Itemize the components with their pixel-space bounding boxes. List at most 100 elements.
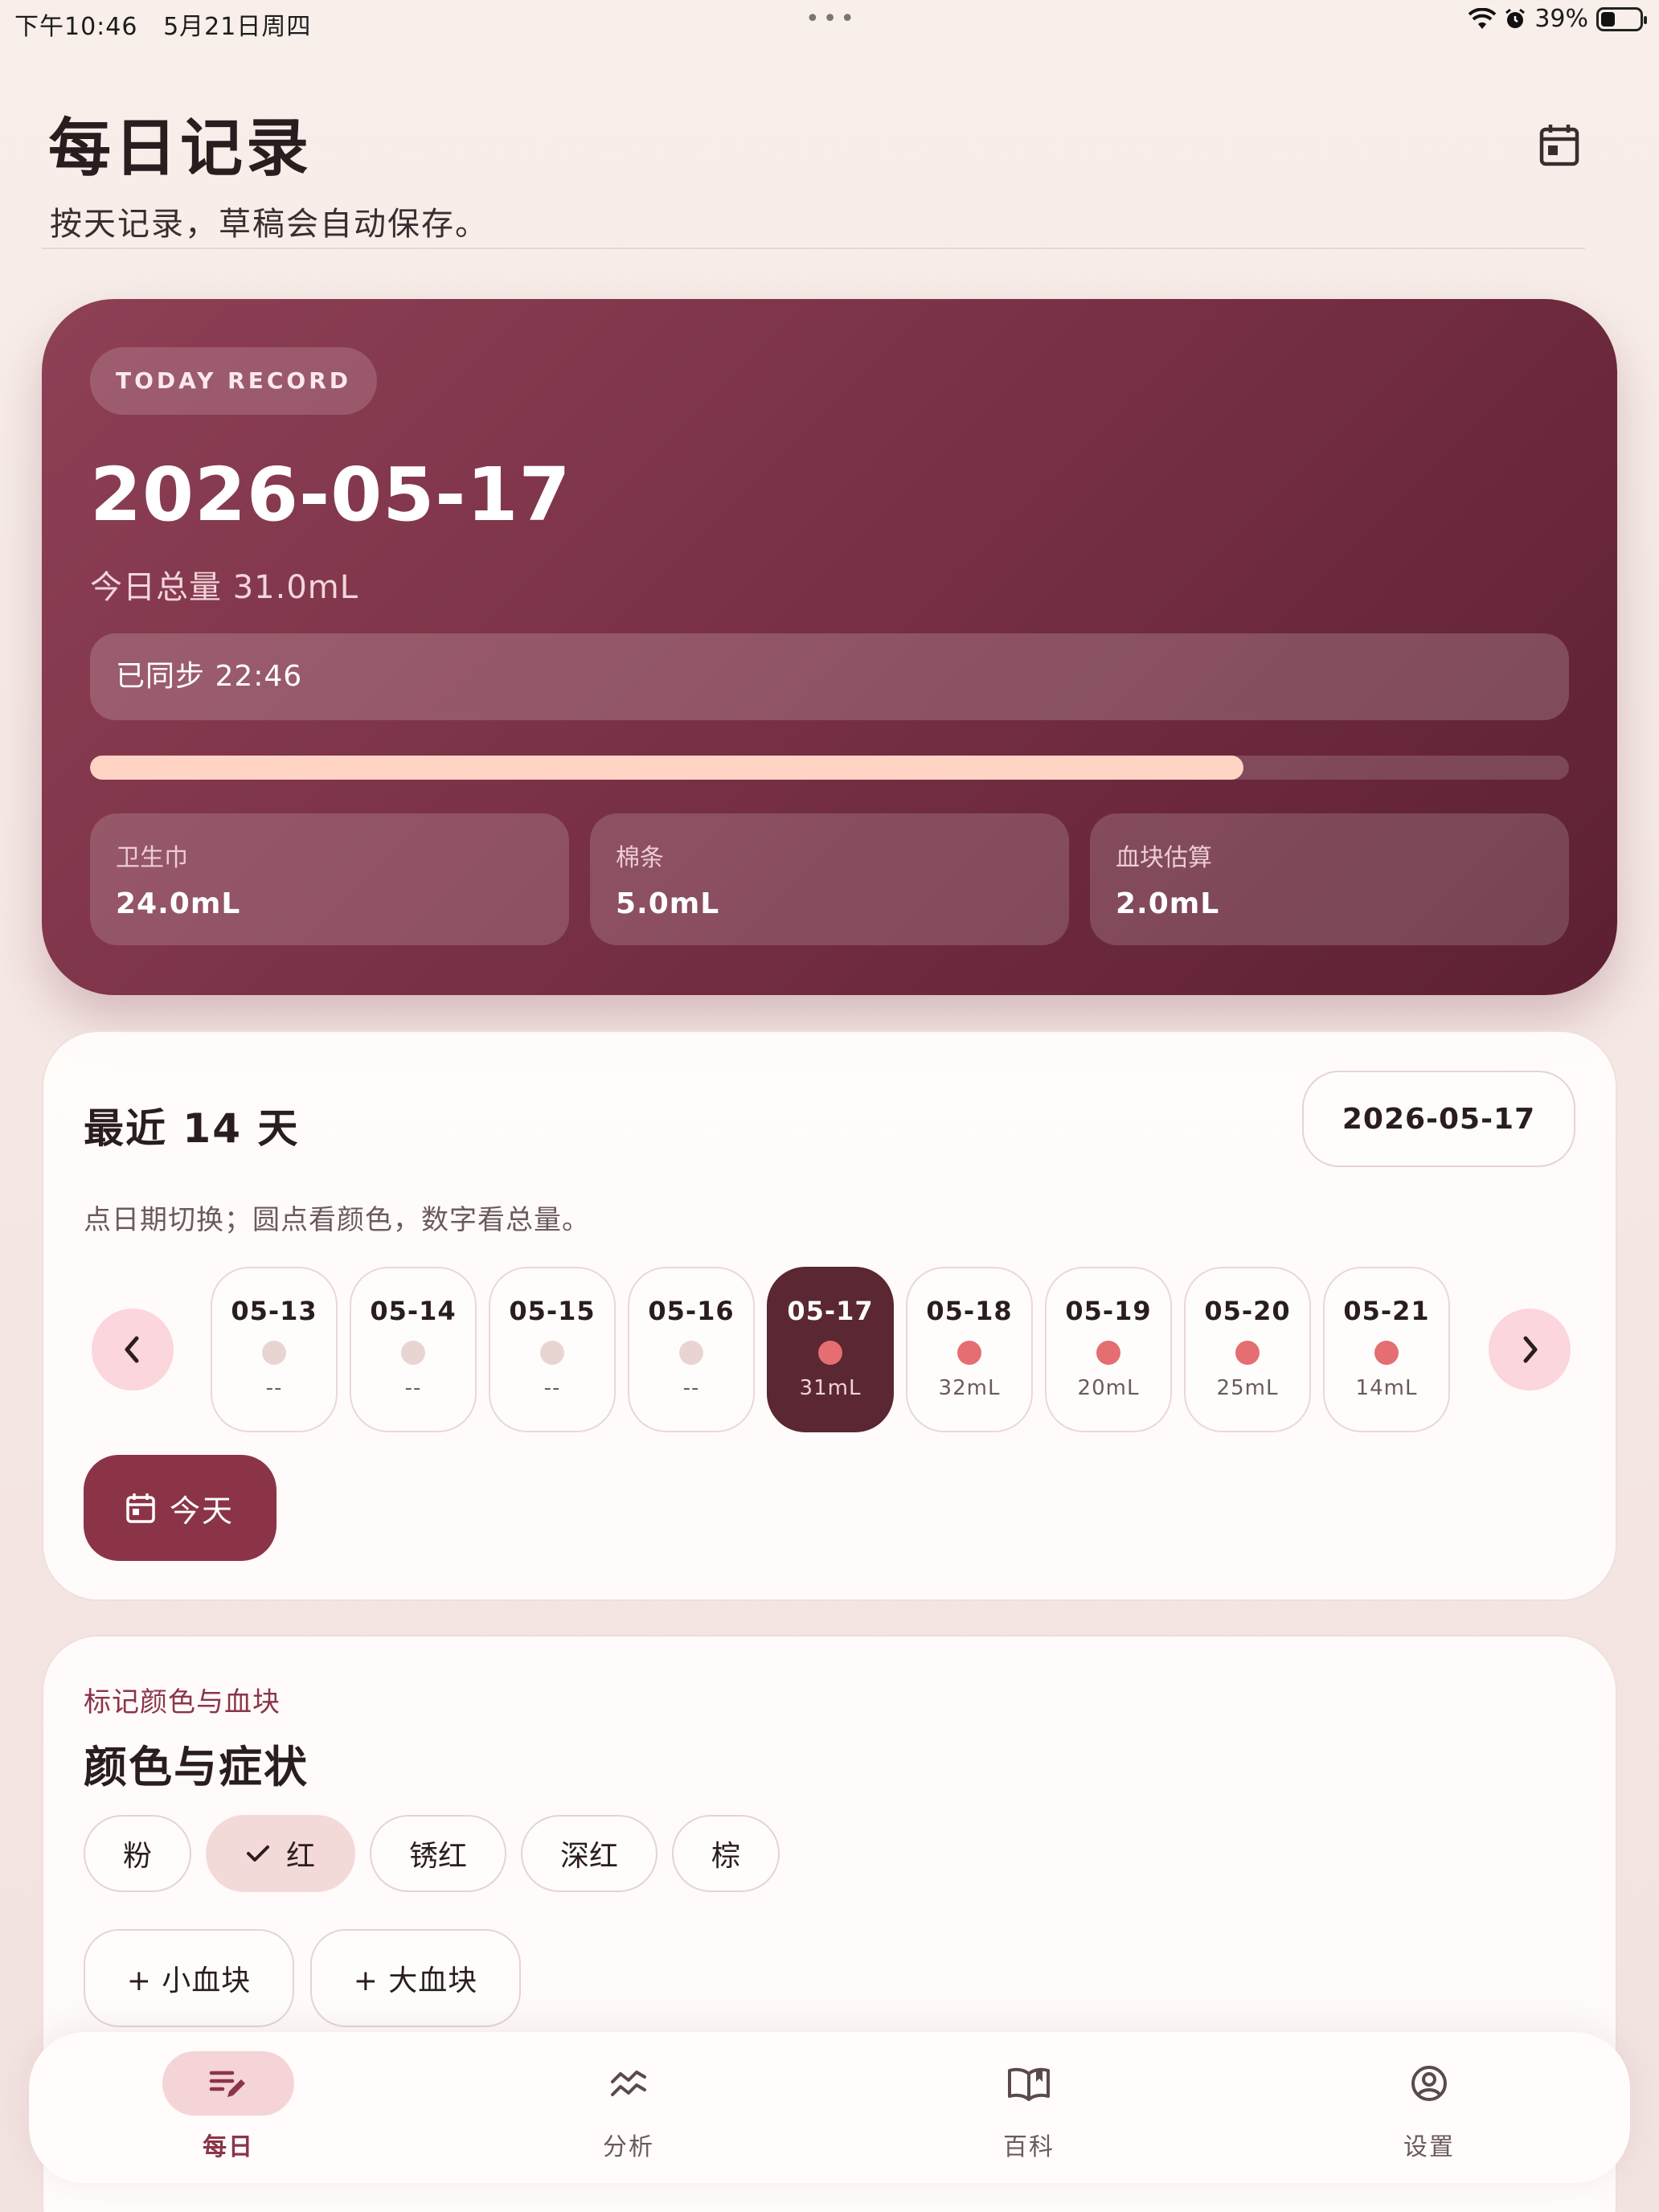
day-chip-date: 05-21	[1343, 1296, 1430, 1326]
status-clock: 下午10:46	[14, 13, 138, 41]
page-subtitle: 按天记录，草稿会自动保存。	[50, 206, 489, 243]
tab-encyclopedia-label: 百科	[1003, 2133, 1055, 2161]
page-title: 每日记录	[48, 113, 313, 185]
tab-encyclopedia-icon-wrap	[963, 2051, 1095, 2116]
color-chip-label: 红	[285, 1840, 315, 1873]
day-chip-date: 05-16	[648, 1296, 735, 1326]
battery-percent: 39%	[1534, 5, 1588, 33]
prev-days-button[interactable]	[92, 1309, 174, 1391]
tab-analysis[interactable]: 分析	[508, 2032, 749, 2183]
tab-settings-label: 设置	[1403, 2133, 1455, 2161]
color-dot	[818, 1341, 842, 1365]
day-chip-amount: 25mL	[1216, 1376, 1279, 1400]
stat-tampon-value: 5.0mL	[616, 887, 720, 920]
wifi-icon	[1469, 7, 1497, 29]
day-chip[interactable]: 05-18 32mL	[906, 1267, 1033, 1432]
stat-pad-label: 卫生巾	[116, 844, 188, 872]
day-chip[interactable]: 05-14 --	[350, 1267, 477, 1432]
stat-clot: 血块估算 2.0mL	[1090, 813, 1569, 945]
color-chip-red[interactable]: 红	[206, 1815, 355, 1892]
alarm-icon	[1505, 8, 1526, 28]
tab-encyclopedia[interactable]: 百科	[908, 2032, 1149, 2183]
day-chip[interactable]: 05-13 --	[211, 1267, 338, 1432]
day-chip-date: 05-19	[1065, 1296, 1152, 1326]
color-dot	[262, 1341, 286, 1365]
day-chip-date: 05-14	[370, 1296, 457, 1326]
today-button-label: 今天	[169, 1493, 234, 1529]
color-chip-pink[interactable]: 粉	[84, 1815, 191, 1892]
color-dot	[401, 1341, 425, 1365]
tab-daily-label: 每日	[203, 2133, 254, 2161]
multitask-dots[interactable]: •••	[805, 5, 858, 33]
today-record-badge: TODAY RECORD	[90, 347, 377, 415]
calendar-icon	[1539, 125, 1579, 166]
status-date: 5月21日周四	[163, 13, 312, 41]
color-chip-label: 锈红	[408, 1840, 467, 1873]
tab-settings[interactable]: 设置	[1309, 2032, 1550, 2183]
day-chip[interactable]: 05-17 31mL	[767, 1267, 894, 1432]
calendar-icon	[126, 1493, 155, 1523]
bottom-tab-bar: 每日 分析 百科 设置	[29, 2032, 1630, 2183]
daily-progress-bar	[90, 756, 1569, 780]
day-chip[interactable]: 05-21 14mL	[1323, 1267, 1450, 1432]
day-chip-date: 05-13	[231, 1296, 317, 1326]
color-section-title: 颜色与症状	[84, 1742, 309, 1792]
stat-tampon-label: 棉条	[616, 844, 664, 872]
tab-analysis-label: 分析	[603, 2133, 654, 2161]
record-date: 2026-05-17	[90, 452, 571, 538]
color-chip-label: 深红	[559, 1840, 618, 1873]
next-days-button[interactable]	[1489, 1309, 1571, 1391]
sync-status: 已同步 22:46	[90, 633, 1569, 720]
day-chip[interactable]: 05-16 --	[628, 1267, 755, 1432]
day-chip-amount: --	[404, 1376, 422, 1400]
daily-total: 今日总量 31.0mL	[90, 569, 359, 606]
tab-daily[interactable]: 每日	[108, 2032, 349, 2183]
chevron-left-icon	[125, 1336, 139, 1363]
day-chip[interactable]: 05-15 --	[489, 1267, 616, 1432]
tab-settings-icon-wrap	[1363, 2051, 1495, 2116]
stat-pad-value: 24.0mL	[116, 887, 241, 920]
today-record-card: TODAY RECORD 2026-05-17 今日总量 31.0mL 已同步 …	[42, 299, 1617, 995]
color-chip-rust-red[interactable]: 锈红	[370, 1815, 506, 1892]
stat-clot-value: 2.0mL	[1116, 887, 1220, 920]
calendar-button[interactable]	[1535, 121, 1583, 169]
color-chip-dark-red[interactable]: 深红	[521, 1815, 657, 1892]
chevron-right-icon	[1523, 1336, 1538, 1363]
trend-icon	[611, 2071, 646, 2096]
user-circle-icon	[1411, 2066, 1447, 2101]
daily-progress-fill	[90, 756, 1244, 780]
day-chip[interactable]: 05-19 20mL	[1045, 1267, 1172, 1432]
tab-analysis-icon-wrap	[563, 2051, 694, 2116]
edit-list-icon	[209, 2071, 245, 2097]
book-icon	[1008, 2067, 1050, 2101]
day-chip-date: 05-20	[1204, 1296, 1291, 1326]
recent-days-card: 最近 14 天 2026-05-17 点日期切换；圆点看颜色，数字看总量。 05…	[42, 1030, 1617, 1601]
color-chip-label: 粉	[122, 1840, 152, 1873]
add-small-clot-button[interactable]: + 小血块	[84, 1929, 294, 2027]
battery-icon	[1596, 6, 1647, 31]
add-large-clot-button[interactable]: + 大血块	[310, 1929, 521, 2027]
check-icon	[246, 1845, 269, 1862]
day-chip-amount: 31mL	[799, 1376, 862, 1400]
day-chip-amount: --	[543, 1376, 561, 1400]
color-chip-brown[interactable]: 棕	[672, 1815, 780, 1892]
color-dot	[1374, 1341, 1399, 1365]
status-time: 下午10:46 5月21日周四	[14, 6, 311, 42]
date-picker-button[interactable]: 2026-05-17	[1302, 1071, 1575, 1167]
day-chip-amount: 32mL	[938, 1376, 1001, 1400]
status-indicators: 39%	[1469, 5, 1647, 33]
day-chip[interactable]: 05-20 25mL	[1184, 1267, 1311, 1432]
today-button[interactable]: 今天	[84, 1455, 276, 1561]
day-chip-amount: 14mL	[1355, 1376, 1418, 1400]
stat-tampon: 棉条 5.0mL	[590, 813, 1069, 945]
day-chip-date: 05-18	[926, 1296, 1013, 1326]
day-chip-date: 05-17	[787, 1296, 874, 1326]
color-dot	[679, 1341, 703, 1365]
recent-title: 最近 14 天	[84, 1105, 300, 1152]
day-chip-amount: 20mL	[1077, 1376, 1140, 1400]
color-dot	[957, 1341, 981, 1365]
tab-daily-icon-wrap	[162, 2051, 294, 2116]
day-chip-amount: --	[265, 1376, 283, 1400]
color-chip-label: 棕	[711, 1840, 740, 1873]
status-bar: 下午10:46 5月21日周四 ••• 39%	[0, 0, 1659, 42]
